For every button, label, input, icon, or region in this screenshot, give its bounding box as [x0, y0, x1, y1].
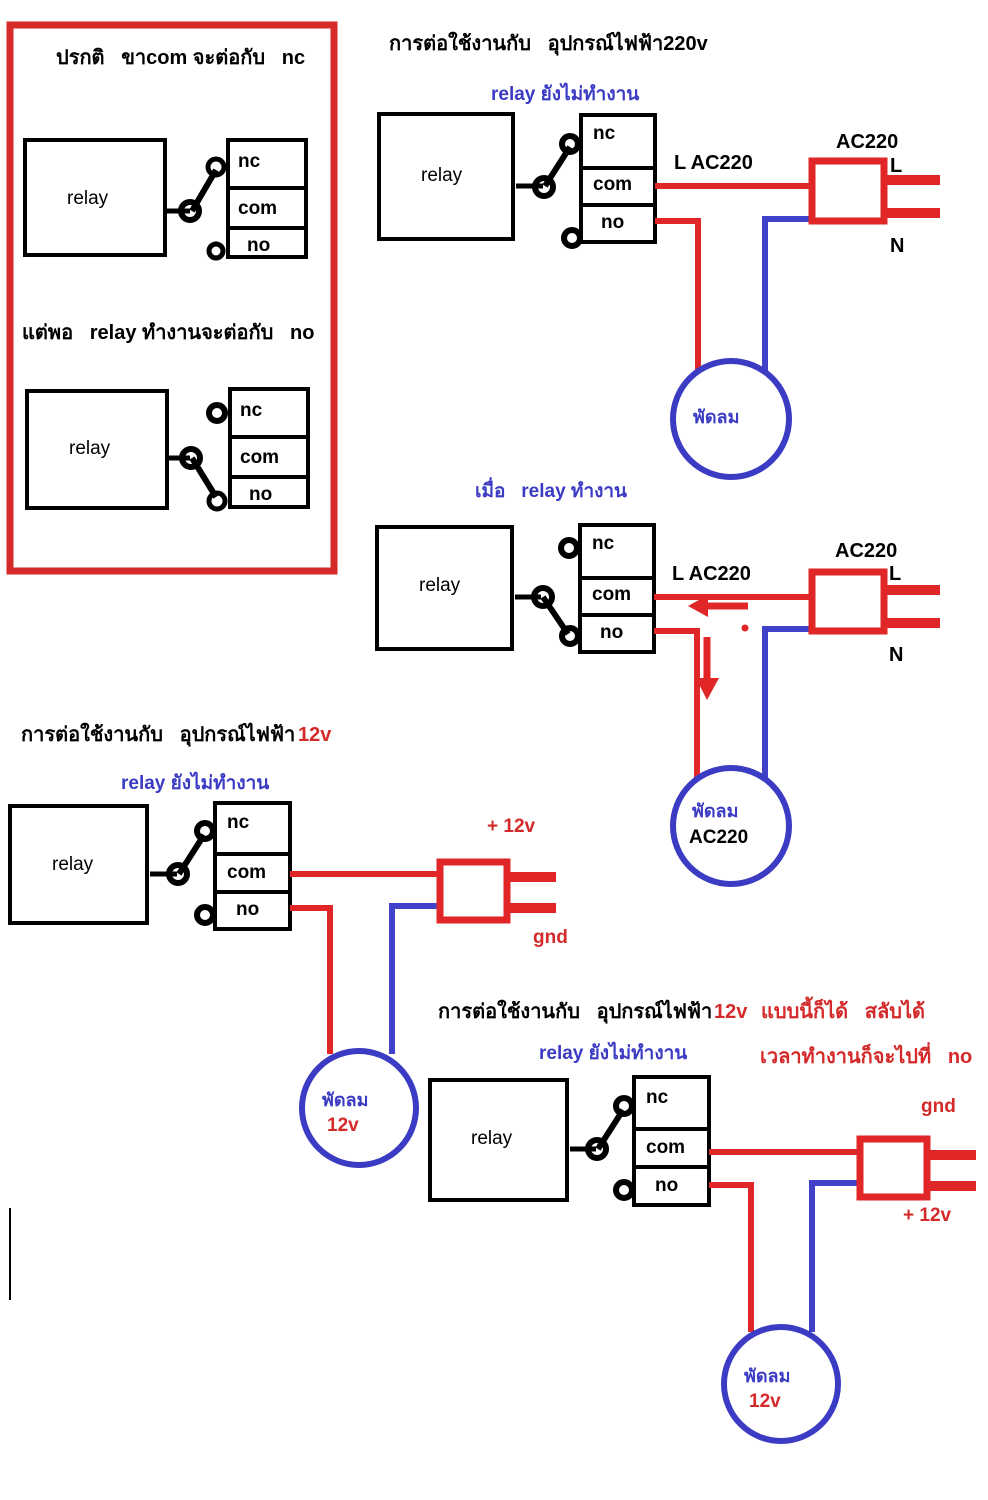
terminal-no-b: no [249, 484, 273, 505]
fan-label-f-line2: 12v [749, 1391, 781, 1412]
wire-no-to-fan-f [709, 1182, 754, 1332]
terminal-no-c: no [601, 212, 625, 233]
nc-contact-d [558, 537, 580, 559]
supply12v-source-f [856, 1135, 931, 1201]
red-box-caption-top: ปรกติ ขาcom จะต่อกับ nc [56, 47, 306, 69]
wire-neutral-to-fan-d [762, 626, 812, 779]
terminal-no-a: no [247, 235, 271, 256]
left12v-supply-plus-label: + 12v [487, 816, 536, 837]
terminal-nc-e: nc [227, 812, 250, 833]
ac220-state-1-label: relay ยังไม่ทำงาน [491, 84, 640, 105]
relay-label-f: relay [471, 1128, 513, 1149]
terminal-nc-b: nc [240, 400, 263, 421]
nc-contact-e [194, 820, 216, 842]
terminal-com-d: com [592, 584, 632, 605]
wire-no-to-fan-d [654, 628, 700, 779]
terminal-com-c: com [593, 174, 633, 195]
ac220-source-label-d: AC220 [835, 540, 898, 562]
left12v-heading-black: การต่อใช้งานกับ อุปกรณ์ไฟฟ้า [21, 724, 296, 746]
left12v-supply-gnd-label: gnd [533, 927, 568, 948]
no-contact-f [613, 1179, 635, 1201]
fan-label-d-line1: พัดลม [692, 801, 739, 821]
right12v-note-line2: เวลาทำงานก็จะไปที่ no [760, 1046, 973, 1068]
terminal-no-d: no [600, 622, 624, 643]
wire-no-to-fan-c [655, 218, 701, 371]
ac220-source-label-c: AC220 [836, 131, 899, 153]
ac220-state-2-label: เมื่อ relay ทำงาน [475, 481, 628, 502]
right12v-state-label: relay ยังไม่ทำงาน [539, 1043, 688, 1064]
left12v-heading-red: 12v [298, 724, 332, 746]
wire-neutral-to-fan-c [762, 216, 812, 371]
fan-label-e-line1: พัดลม [322, 1090, 369, 1110]
wire-no-to-fan-e [290, 905, 333, 1054]
no-contact-c [561, 227, 583, 249]
no-contact-e [194, 904, 216, 926]
terminal-no-f: no [655, 1175, 679, 1196]
pivot-contact-e [166, 862, 190, 886]
red-box-caption-bottom: แต่พอ relay ทำงานจะต่อกับ no [22, 322, 315, 344]
no-contact-a [206, 241, 226, 261]
right12v-supply-gnd-label: gnd [921, 1096, 956, 1117]
ac220-heading: การต่อใช้งานกับ อุปกรณ์ไฟฟ้า220v [389, 33, 708, 55]
fan-label-f-line1: พัดลม [744, 1366, 791, 1386]
fan-circle-d [670, 765, 792, 887]
pivot-contact-f [585, 1137, 609, 1161]
relay-label-c: relay [421, 165, 463, 186]
wire-label-l-ac220-d: L AC220 [672, 563, 751, 585]
ac220-pin-label-n-c: N [890, 235, 905, 257]
fan-label-c: พัดลม [693, 407, 740, 427]
nc-contact-b [206, 402, 228, 424]
diagram-canvas: ปรกติ ขาcom จะต่อกับ nc relay nc com no … [0, 0, 988, 1500]
relay-label-a: relay [67, 188, 109, 209]
supply12v-source-e [436, 858, 511, 924]
terminal-com-f: com [646, 1137, 686, 1158]
left12v-state-label: relay ยังไม่ทำงาน [121, 773, 270, 794]
terminal-nc-f: nc [646, 1087, 669, 1108]
ac220-source-d [808, 568, 888, 635]
terminal-nc-a: nc [238, 151, 261, 172]
right12v-heading-red: 12v [714, 1001, 748, 1023]
right12v-note-line1: แบบนี้ก็ได้ สลับได้ [761, 1001, 925, 1023]
terminal-com-a: com [238, 198, 278, 219]
pivot-contact-c [532, 175, 556, 199]
ac220-source-c [808, 157, 888, 225]
terminal-no-e: no [236, 899, 260, 920]
nc-contact-f [613, 1095, 635, 1117]
no-contact-d [559, 625, 581, 647]
terminal-nc-c: nc [593, 123, 616, 144]
relay-label-e: relay [52, 854, 94, 875]
wire-label-l-ac220-c: L AC220 [674, 152, 753, 174]
fan-label-e-line2: 12v [327, 1115, 359, 1136]
relay-label-b: relay [69, 438, 111, 459]
terminal-com-e: com [227, 862, 267, 883]
terminal-com-b: com [240, 447, 280, 468]
fan-label-d-line2: AC220 [689, 827, 749, 848]
pivot-contact-b [179, 446, 203, 470]
ac220-pin-label-l-c: L [890, 155, 903, 177]
wire-plus12v-to-fan-f [809, 1180, 860, 1332]
flow-dot-d [741, 624, 749, 632]
right12v-heading-black: การต่อใช้งานกับ อุปกรณ์ไฟฟ้า [438, 1001, 713, 1023]
right12v-supply-plus-label: + 12v [903, 1205, 952, 1226]
relay-label-d: relay [419, 575, 461, 596]
nc-contact-c [559, 133, 581, 155]
ac220-pin-label-n-d: N [889, 644, 904, 666]
nc-contact-a [205, 156, 227, 178]
wire-gnd-to-fan-e [389, 903, 440, 1054]
diagram-vector-layer [6, 21, 976, 1444]
terminal-nc-d: nc [592, 533, 615, 554]
no-contact-b [206, 490, 228, 512]
ac220-pin-label-l-d: L [889, 563, 902, 585]
